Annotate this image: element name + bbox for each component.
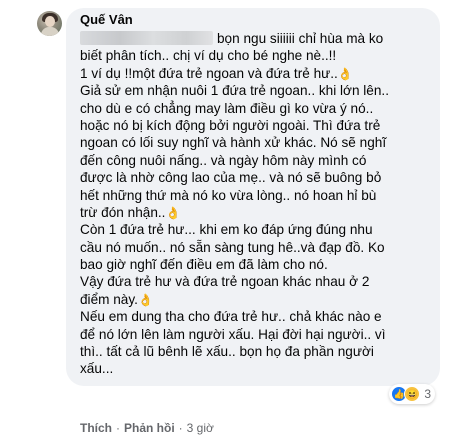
comment-line: cho dù e có chẳng may làm điều gì ko vừa… bbox=[80, 100, 440, 117]
comment-body: bọn ngu siiiiii chỉ hùa mà ko biết phân t… bbox=[80, 30, 440, 378]
comment-line-text: điểm này. bbox=[80, 291, 138, 307]
comment-line-text: ngoan có lối suy nghĩ và hành xử khác. N… bbox=[80, 135, 387, 151]
comment-line-text: Vậy đứa trẻ hư và đứa trẻ ngoan khác nha… bbox=[80, 274, 370, 290]
comment-line-text: Còn 1 đứa trẻ hư... khi em ko đáp ứng đú… bbox=[80, 222, 373, 238]
avatar-face bbox=[45, 16, 55, 27]
comment-line-text: xấu... bbox=[80, 361, 114, 377]
comment-actions: Thích · Phản hồi · 3 giờ bbox=[80, 421, 214, 435]
comment-line: Nếu em dung tha cho đứa trẻ hư.. chả khá… bbox=[80, 308, 440, 325]
comment-line-text: Giả sử em nhận nuôi 1 đứa trẻ ngoan.. kh… bbox=[80, 83, 389, 99]
comment-line: điểm này.👌 bbox=[80, 291, 440, 308]
comment-line-text: biết phân tích.. chị ví dụ cho bé nghe n… bbox=[80, 48, 337, 64]
comment-line-text: hoặc nó bị kích động bởi người ngoài. Th… bbox=[80, 117, 381, 133]
comment-line: Còn 1 đứa trẻ hư... khi em ko đáp ứng đú… bbox=[80, 221, 440, 238]
comment-line-text: trừ đón nhận.. bbox=[80, 204, 166, 220]
comment-line-text: cầu nó muốn.. nó sẵn sàng tung hê..và đạ… bbox=[80, 239, 385, 255]
comment-line-text: đến công nuôi nấng.. và ngày hôm này mìn… bbox=[80, 152, 367, 168]
reply-action[interactable]: Phản hồi bbox=[124, 421, 175, 435]
comment-line: trừ đón nhận..👌 bbox=[80, 204, 440, 221]
reaction-count: 3 bbox=[424, 387, 431, 401]
comment-line: hết những thứ mà nó ko vừa lòng.. nó hoa… bbox=[80, 187, 440, 204]
ok-hand-icon: 👌 bbox=[137, 292, 153, 307]
avatar-body bbox=[41, 27, 59, 36]
comment-line-text: để nó lớn lên làm người xấu. Hại đời hại… bbox=[80, 326, 386, 342]
comment-line: bọn ngu siiiiii chỉ hùa mà ko bbox=[80, 30, 440, 47]
comment-line-text: bọn ngu siiiiii chỉ hùa mà ko bbox=[217, 31, 384, 46]
comment-line-text: bao giờ nghĩ đến điều em đã làm cho nó. bbox=[80, 257, 328, 273]
ok-hand-icon: 👌 bbox=[165, 205, 181, 220]
comment-line-text: cho dù e có chẳng may làm điều gì ko vừa… bbox=[80, 100, 374, 116]
separator-dot: · bbox=[116, 421, 120, 435]
comment-line-text: hết những thứ mà nó ko vừa lòng.. nó hoa… bbox=[80, 187, 377, 203]
ok-hand-icon: 👌 bbox=[337, 66, 353, 81]
comment-line: để nó lớn lên làm người xấu. Hại đời hại… bbox=[80, 326, 440, 343]
reaction-summary[interactable]: 👍 😆 3 bbox=[389, 384, 435, 404]
comment-line-text: thì.. tất cả lũ bênh lẽ xấu.. bọn họ đa … bbox=[80, 344, 374, 360]
comment-line: ngoan có lối suy nghĩ và hành xử khác. N… bbox=[80, 134, 440, 151]
comment-line-text: được là nhờ công lao của mẹ.. và nó sẽ b… bbox=[80, 170, 382, 186]
comment-line: bao giờ nghĩ đến điều em đã làm cho nó. bbox=[80, 256, 440, 273]
avatar[interactable] bbox=[37, 11, 62, 36]
comment-line: thì.. tất cả lũ bênh lẽ xấu.. bọn họ đa … bbox=[80, 343, 440, 360]
comment-timestamp[interactable]: 3 giờ bbox=[187, 421, 214, 435]
comment-line: hoặc nó bị kích động bởi người ngoài. Th… bbox=[80, 117, 440, 134]
comment-line: được là nhờ công lao của mẹ.. và nó sẽ b… bbox=[80, 169, 440, 186]
comment-line: Giả sử em nhận nuôi 1 đứa trẻ ngoan.. kh… bbox=[80, 82, 440, 99]
comment-line: cầu nó muốn.. nó sẵn sàng tung hê..và đạ… bbox=[80, 239, 440, 256]
comment-line: xấu... bbox=[80, 360, 440, 377]
laugh-icon: 😆 bbox=[404, 386, 421, 402]
comment-line-text: 1 ví dụ !!một đứa trẻ ngoan và đứa trẻ h… bbox=[80, 65, 338, 81]
comment-line: Vậy đứa trẻ hư và đứa trẻ ngoan khác nha… bbox=[80, 273, 440, 290]
comment-line: biết phân tích.. chị ví dụ cho bé nghe n… bbox=[80, 47, 440, 64]
separator-dot: · bbox=[178, 421, 183, 435]
redacted-mention bbox=[80, 31, 213, 45]
comment-line: 1 ví dụ !!một đứa trẻ ngoan và đứa trẻ h… bbox=[80, 65, 440, 82]
comment-line: đến công nuôi nấng.. và ngày hôm này mìn… bbox=[80, 152, 440, 169]
comment-line-text: Nếu em dung tha cho đứa trẻ hư.. chả khá… bbox=[80, 309, 382, 325]
comment-author[interactable]: Quế Vân bbox=[80, 12, 133, 27]
like-action[interactable]: Thích bbox=[80, 421, 112, 435]
